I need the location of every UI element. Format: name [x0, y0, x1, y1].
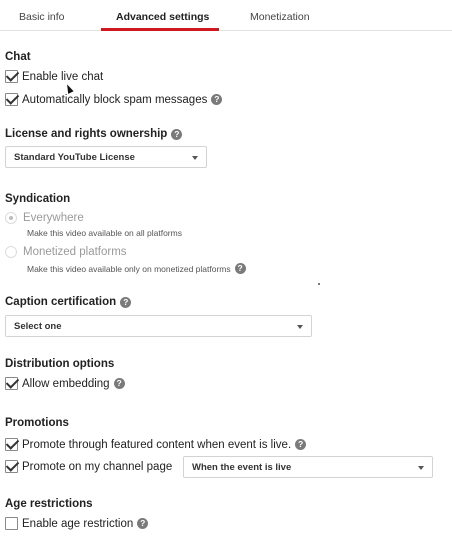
- license-title-row: License and rights ownership ?: [5, 128, 183, 140]
- block-spam-row[interactable]: Automatically block spam messages ?: [5, 93, 223, 106]
- help-icon[interactable]: ?: [234, 263, 246, 274]
- age-restriction-checkbox[interactable]: [5, 517, 18, 530]
- featured-content-checkbox[interactable]: [5, 438, 18, 451]
- chevron-down-icon: [418, 466, 424, 470]
- enable-live-chat-checkbox[interactable]: [5, 70, 18, 83]
- caption-section-title: Caption certification: [5, 296, 117, 308]
- syndication-section-title: Syndication: [5, 193, 71, 205]
- divider-mark: [318, 283, 320, 285]
- caption-title-row: Caption certification ?: [5, 296, 132, 308]
- featured-content-label: Promote through featured content when ev…: [22, 438, 292, 451]
- monetized-platforms-radio[interactable]: [5, 246, 17, 258]
- caption-select[interactable]: Select one: [5, 315, 312, 337]
- enable-live-chat-label: Enable live chat: [22, 70, 104, 83]
- monetized-platforms-description: Make this video available only on moneti…: [27, 263, 231, 274]
- age-restriction-label: Enable age restriction: [22, 517, 134, 530]
- help-icon[interactable]: ?: [113, 378, 125, 389]
- allow-embedding-checkbox[interactable]: [5, 377, 18, 390]
- channel-page-timing-select[interactable]: When the event is live: [183, 456, 433, 478]
- everywhere-description: Make this video available on all platfor…: [27, 228, 182, 238]
- help-icon[interactable]: ?: [171, 128, 183, 140]
- age-section-title: Age restrictions: [5, 498, 93, 510]
- active-tab-indicator: [101, 28, 219, 31]
- channel-page-label: Promote on my channel page: [22, 460, 173, 473]
- monetized-platforms-label: Monetized platforms: [23, 246, 127, 258]
- chevron-down-icon: [192, 156, 198, 160]
- everywhere-radio[interactable]: [5, 212, 17, 224]
- channel-page-checkbox[interactable]: [5, 460, 18, 473]
- allow-embedding-label: Allow embedding: [22, 377, 110, 390]
- chat-section-title: Chat: [5, 51, 31, 63]
- monetized-platforms-description-row: Make this video available only on moneti…: [27, 263, 246, 274]
- monetized-platforms-option[interactable]: Monetized platforms: [5, 246, 127, 258]
- chevron-down-icon: [297, 325, 303, 329]
- everywhere-option[interactable]: Everywhere: [5, 212, 84, 224]
- featured-content-row[interactable]: Promote through featured content when ev…: [5, 438, 307, 451]
- license-select-value: Standard YouTube License: [14, 151, 135, 163]
- age-restriction-row[interactable]: Enable age restriction ?: [5, 517, 149, 530]
- help-icon[interactable]: ?: [211, 94, 223, 105]
- enable-live-chat-row[interactable]: Enable live chat: [5, 70, 103, 83]
- channel-page-timing-value: When the event is live: [192, 461, 292, 473]
- help-icon[interactable]: ?: [120, 296, 132, 308]
- block-spam-checkbox[interactable]: [5, 93, 18, 106]
- tab-bar: Basic info Advanced settings Monetizatio…: [0, 0, 452, 31]
- channel-page-row[interactable]: Promote on my channel page: [5, 460, 172, 473]
- allow-embedding-row[interactable]: Allow embedding ?: [5, 377, 125, 390]
- distribution-section-title: Distribution options: [5, 358, 115, 370]
- license-section-title: License and rights ownership: [5, 128, 168, 140]
- tab-monetization[interactable]: Monetization: [250, 11, 310, 23]
- license-select[interactable]: Standard YouTube License: [5, 146, 207, 168]
- block-spam-label: Automatically block spam messages: [22, 93, 208, 106]
- tab-basic-info[interactable]: Basic info: [19, 11, 65, 23]
- caption-select-value: Select one: [14, 320, 62, 332]
- tab-advanced-settings[interactable]: Advanced settings: [116, 11, 209, 23]
- help-icon[interactable]: ?: [295, 439, 307, 450]
- promotions-section-title: Promotions: [5, 417, 69, 429]
- everywhere-label: Everywhere: [23, 212, 84, 224]
- help-icon[interactable]: ?: [137, 518, 149, 529]
